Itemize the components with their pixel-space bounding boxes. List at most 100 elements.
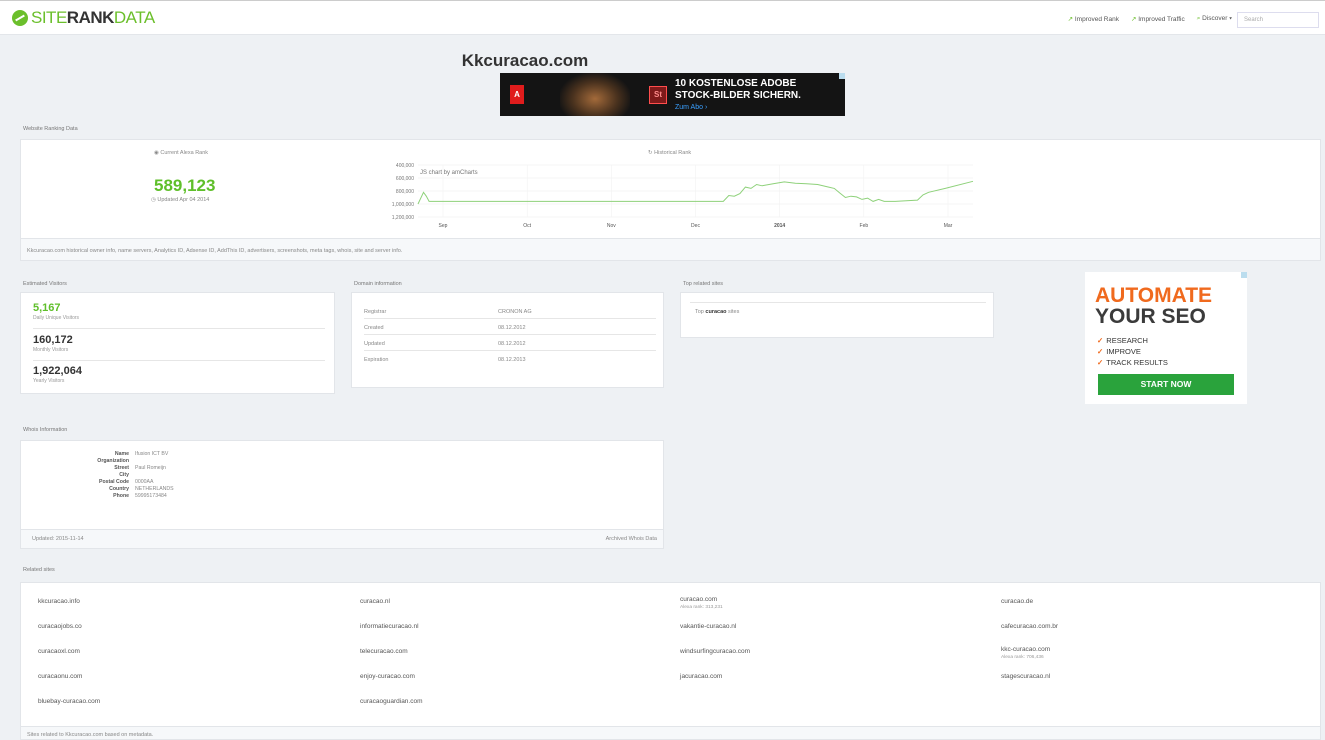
top-related-card: Top curacao sites (680, 292, 994, 338)
seo-ad-item: ✓ TRACK RESULTS (1097, 358, 1168, 367)
whois-card: Name Ifusion ICT BV Organization Street Pa… (20, 440, 664, 530)
ranking-section-label: Website Ranking Data (23, 126, 78, 132)
adchoices-icon[interactable] (839, 73, 845, 79)
y-tick-label: 400,000 (396, 163, 414, 169)
check-icon: ✓ (1097, 358, 1104, 367)
logo-check-icon (12, 10, 28, 26)
y-tick-label: 600,000 (396, 176, 414, 182)
domain-section-label: Domain information (354, 281, 402, 287)
whois-updated: Updated: 2015-11-14 (32, 536, 84, 542)
monthly-visitors: 160,172 Monthly Visitors (33, 334, 325, 361)
trend-up-icon: ↗ (1067, 16, 1074, 23)
top-related-section-label: Top related sites (683, 281, 724, 287)
related-site-link[interactable]: bluebay-curacao.com (38, 698, 100, 705)
related-site-link[interactable]: cafecuracao.com.br (1001, 623, 1058, 630)
start-now-button[interactable]: START NOW (1098, 374, 1234, 395)
logo-data-text: DATA (113, 8, 155, 27)
whois-section-label: Whois Information (23, 427, 68, 433)
daily-visitors: 5,167 Daily Unique Visitors (33, 302, 325, 329)
related-site-alexa-rank: Alexa rank: 706,436 (1001, 655, 1044, 660)
banner-ad[interactable]: A St 10 KOSTENLOSE ADOBE STOCK-BILDER SIC… (500, 73, 845, 116)
related-site-link[interactable]: jacuracao.com (680, 673, 722, 680)
x-tick-label: 2014 (774, 223, 785, 229)
related-site-link[interactable]: curacaoguardian.com (360, 698, 423, 705)
related-site-link[interactable]: kkcuracao.info (38, 598, 80, 605)
related-section-label: Related sites (23, 567, 55, 573)
related-footnote: Sites related to Kkcuracao.com based on … (20, 727, 1321, 740)
divider (690, 302, 986, 303)
domain-row-created: Created 08.12.2012 (364, 319, 656, 335)
banner-headline: 10 KOSTENLOSE ADOBE STOCK-BILDER SICHERN. (675, 78, 801, 101)
seo-ad-item: ✓ IMPROVE (1097, 347, 1141, 356)
seo-ad-list: ✓ RESEARCH ✓ IMPROVE ✓ TRACK RESULTS (1097, 335, 1168, 368)
chevron-down-icon: ▾ (1229, 15, 1232, 22)
related-site-link[interactable]: enjoy-curacao.com (360, 673, 415, 680)
y-tick-label: 1,200,000 (392, 215, 414, 221)
related-site-link[interactable]: stagescuracao.nl (1001, 673, 1050, 680)
adobe-stock-icon: St (649, 86, 667, 104)
related-site-link[interactable]: curacao.com (680, 596, 717, 603)
x-tick-label: Feb (860, 223, 869, 229)
seo-ad-line1: AUTOMATE (1095, 284, 1213, 307)
related-site-link[interactable]: curacaojobs.co (38, 623, 82, 630)
ranking-card: ◉ Current Alexa Rank 589,123 ◷ Updated A… (20, 139, 1321, 239)
related-site-link[interactable]: curacao.nl (360, 598, 390, 605)
whois-footer: Updated: 2015-11-14 Archived Whois Data (20, 530, 664, 549)
banner-cta[interactable]: Zum Abo › (675, 104, 707, 111)
trend-up-icon: ↗ (1130, 16, 1137, 23)
monthly-visitors-label: Monthly Visitors (33, 347, 69, 353)
archived-whois-link[interactable]: Archived Whois Data (606, 536, 657, 542)
domain-row-expiration: Expiration 08.12.2013 (364, 357, 526, 363)
page-title: Kkcuracao.com (461, 51, 589, 70)
adchoices-icon[interactable] (1241, 272, 1247, 278)
yearly-visitors: 1,922,064 Yearly Visitors (33, 365, 325, 391)
domain-row-registrar: Registrar CRONON AG (364, 303, 656, 319)
chart-annotation: JS chart by amCharts (420, 170, 478, 176)
related-site-link[interactable]: curacaoxl.com (38, 648, 80, 655)
nav-discover[interactable]: ⌕ Discover ▾ (1197, 15, 1232, 23)
related-site-link[interactable]: informatiecuracao.nl (360, 623, 419, 630)
x-tick-label: Mar (944, 223, 953, 229)
historical-rank-label: ↻ Historical Rank (648, 150, 692, 156)
daily-visitors-label: Daily Unique Visitors (33, 315, 80, 321)
domain-row-updated: Updated 08.12.2012 (364, 335, 656, 351)
top-related-link[interactable]: Top curacao sites (695, 309, 739, 315)
ranking-footnote: Kkcuracao.com historical owner info, nam… (20, 239, 1321, 261)
related-site-link[interactable]: vakantie-curacao.nl (680, 623, 736, 630)
current-rank-value: 589,123 (154, 176, 216, 195)
history-icon: ↻ (648, 150, 653, 156)
globe-icon: ◉ (154, 150, 159, 156)
related-site-link[interactable]: telecuracao.com (360, 648, 408, 655)
related-site-alexa-rank: Alexa rank: 313,231 (680, 605, 723, 610)
deer-image (560, 73, 630, 116)
yearly-visitors-value: 1,922,064 (33, 365, 82, 377)
related-site-link[interactable]: curacaonu.com (38, 673, 82, 680)
related-site-link[interactable]: curacao.de (1001, 598, 1033, 605)
seo-ad-item: ✓ RESEARCH (1097, 336, 1148, 345)
monthly-visitors-value: 160,172 (33, 334, 73, 346)
clock-icon: ◷ (151, 197, 156, 203)
rank-updated: ◷ Updated Apr 04 2014 (151, 197, 210, 203)
search-icon: ⌕ (1196, 15, 1201, 22)
x-tick-label: Oct (523, 223, 531, 229)
search-input[interactable]: Search (1237, 12, 1319, 28)
historical-rank-chart[interactable]: 400,000 600,000 800,000 1,000,000 1,200,000 S… (361, 159, 976, 234)
related-site-link[interactable]: windsurfingcuracao.com (680, 648, 750, 655)
x-tick-label: Dec (691, 223, 700, 229)
seo-ad-line2: YOUR SEO (1095, 305, 1206, 328)
nav-improved-traffic[interactable]: ↗ Improved Traffic (1131, 15, 1185, 23)
yearly-visitors-label: Yearly Visitors (33, 378, 65, 384)
adobe-logo-icon: A (510, 85, 524, 104)
nav-improved-rank[interactable]: ↗ Improved Rank (1068, 15, 1119, 23)
logo-rank-text: RANK (66, 8, 115, 27)
current-rank-label: ◉ Current Alexa Rank (154, 150, 209, 156)
site-logo[interactable]: SITERANKDATA (12, 8, 155, 27)
check-icon: ✓ (1097, 347, 1104, 356)
related-site-link[interactable]: kkc-curacao.com (1001, 646, 1050, 653)
visitors-card: 5,167 Daily Unique Visitors 160,172 Mont… (20, 292, 335, 394)
check-icon: ✓ (1097, 336, 1104, 345)
x-tick-label: Nov (607, 223, 616, 229)
top-navbar: SITERANKDATA ↗ Improved Rank ↗ Improved … (0, 0, 1325, 35)
y-tick-label: 1,000,000 (392, 202, 414, 208)
seo-ad[interactable]: AUTOMATE YOUR SEO ✓ RESEARCH ✓ IMPROVE ✓ TR… (1085, 272, 1247, 404)
